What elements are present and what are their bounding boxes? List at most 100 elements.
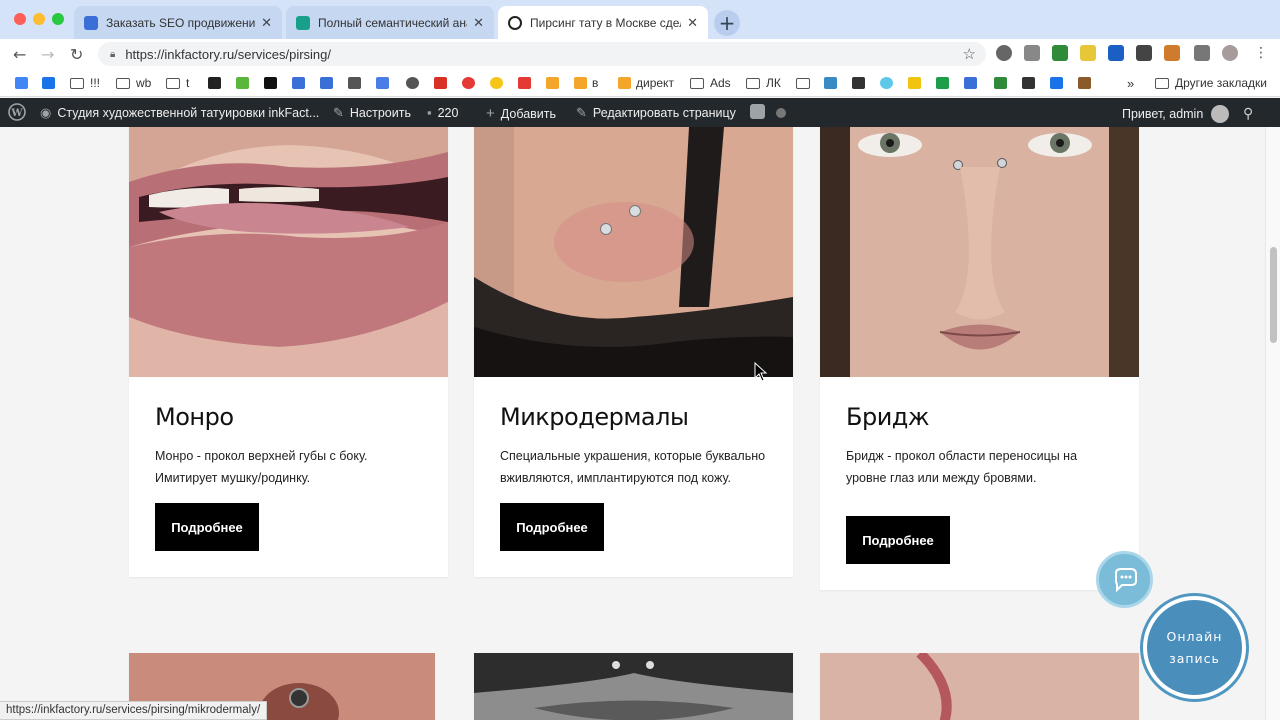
more-button[interactable]: Подробнее xyxy=(500,503,604,551)
google-icon[interactable] xyxy=(15,77,28,89)
more-button[interactable]: Подробнее xyxy=(846,516,950,564)
checkbox-extension-icon[interactable] xyxy=(1108,45,1124,61)
more-bookmarks-chevron[interactable]: » xyxy=(1127,76,1134,91)
close-icon[interactable]: ✕ xyxy=(687,15,698,31)
chart-icon[interactable] xyxy=(518,77,531,89)
yandex-icon[interactable] xyxy=(462,77,475,89)
tab-semantic[interactable]: Полный семантический анал ✕ xyxy=(286,6,494,39)
online-booking-button[interactable]: Онлайн запись xyxy=(1140,593,1249,702)
bookmark-icon[interactable] xyxy=(490,77,503,89)
gmail-icon[interactable] xyxy=(434,77,447,89)
bookmark-icon[interactable] xyxy=(292,77,305,89)
tab-pirsing[interactable]: Пирсинг тату в Москве сдела ✕ xyxy=(498,6,708,39)
search-icon[interactable]: ⚲ xyxy=(1243,105,1253,122)
yoast-icon[interactable] xyxy=(750,104,765,119)
puzzle-icon[interactable] xyxy=(1194,45,1210,61)
bookmarks-bar: !!! wb t в директ Ads ЛК » Другие заклад… xyxy=(0,69,1280,97)
service-card-monro: Монро Монро - прокол верхней губы с боку… xyxy=(129,127,448,577)
extension-icon[interactable] xyxy=(1080,45,1096,61)
bookmark-star-icon[interactable]: ☆ xyxy=(963,45,976,63)
bookmark-folder[interactable]: t xyxy=(166,76,189,90)
inkfactory-logo-icon xyxy=(508,15,522,30)
lip-piercing-photo xyxy=(129,127,448,377)
card-description: Бридж - прокол области переносицы на уро… xyxy=(846,449,1078,485)
bookmark-icon[interactable] xyxy=(1078,77,1091,89)
extension-icon[interactable] xyxy=(996,45,1012,61)
infinity-icon[interactable] xyxy=(348,77,361,89)
css-extension-icon[interactable] xyxy=(1164,45,1180,61)
bookmark-folder[interactable]: wb xyxy=(116,76,151,90)
bookmark-icon[interactable] xyxy=(208,77,221,89)
page-content: Монро Монро - прокол верхней губы с боку… xyxy=(0,127,1265,720)
palette-icon: ◉ xyxy=(40,105,52,120)
bookmark-icon[interactable] xyxy=(320,77,333,89)
docs-icon[interactable] xyxy=(964,77,977,89)
back-icon[interactable]: ← xyxy=(13,45,26,64)
more-button[interactable]: Подробнее xyxy=(155,503,259,551)
admin-customize-link[interactable]: ✎ Настроить xyxy=(333,105,411,121)
bookmark-folder[interactable]: Ads xyxy=(690,76,731,90)
profile-avatar-icon[interactable] xyxy=(1222,45,1238,61)
admin-add-new-link[interactable]: + Добавить xyxy=(486,105,556,122)
bookmark-item[interactable]: в xyxy=(574,76,598,90)
service-card-next-3 xyxy=(820,653,1139,720)
folder-icon xyxy=(70,77,84,89)
new-tab-button[interactable]: + xyxy=(714,10,740,36)
close-icon[interactable]: ✕ xyxy=(261,15,272,31)
scrollbar-thumb[interactable] xyxy=(1270,247,1277,343)
bookmark-icon[interactable] xyxy=(236,77,249,89)
minimize-window-button[interactable] xyxy=(33,13,45,25)
analytics-icon[interactable] xyxy=(546,77,559,89)
close-icon[interactable]: ✕ xyxy=(473,15,484,31)
wordpress-logo-icon[interactable]: W xyxy=(8,103,26,121)
address-bar[interactable]: 🔒︎ https://inkfactory.ru/services/pirsin… xyxy=(98,42,986,66)
bookmark-icon[interactable] xyxy=(1050,77,1063,89)
menu-dots-icon[interactable]: ⋮ xyxy=(1254,45,1268,61)
hexagon-icon xyxy=(84,15,98,30)
bookmark-icon[interactable] xyxy=(824,77,837,89)
brush-icon: ✎ xyxy=(333,105,344,120)
seo-score-dot-icon xyxy=(776,108,786,118)
service-card-bridge: Бридж Бридж - прокол области переносицы … xyxy=(820,127,1139,590)
folder-icon xyxy=(1155,77,1169,89)
wp-admin-bar: W ◉ Студия художественной татуировки inkF… xyxy=(0,98,1280,127)
bookmark-icon[interactable] xyxy=(908,77,921,89)
zoom-window-button[interactable] xyxy=(52,13,64,25)
extension-icon[interactable] xyxy=(1052,45,1068,61)
lip-piercing-bw-photo xyxy=(474,653,793,720)
globe-icon[interactable] xyxy=(406,77,419,89)
camera-icon[interactable] xyxy=(1024,45,1040,61)
admin-edit-page-link[interactable]: ✎ Редактировать страницу xyxy=(576,105,736,121)
sheets-icon[interactable] xyxy=(936,77,949,89)
reload-icon[interactable]: ↻ xyxy=(70,45,83,64)
bookmark-icon[interactable] xyxy=(1022,77,1035,89)
extension-icon[interactable] xyxy=(1136,45,1152,61)
folder-icon xyxy=(690,77,704,89)
comment-icon: ▪ xyxy=(427,105,432,120)
star-bookmark-icon[interactable] xyxy=(42,77,55,89)
admin-comments-link[interactable]: ▪ 220 xyxy=(427,105,458,120)
other-bookmarks[interactable]: Другие закладки xyxy=(1155,76,1267,90)
card-description: Монро - прокол верхней губы с боку. Имит… xyxy=(155,449,368,485)
chat-widget-button[interactable] xyxy=(1096,551,1153,608)
tab-title: Заказать SEO продвижение с xyxy=(106,15,256,30)
bookmark-folder[interactable]: !!! xyxy=(70,76,100,90)
forward-icon[interactable]: → xyxy=(41,45,54,64)
code-icon[interactable] xyxy=(852,77,865,89)
bookmark-folder[interactable]: ЛК xyxy=(746,76,781,90)
admin-site-link[interactable]: ◉ Студия художественной татуировки inkFac… xyxy=(40,105,319,121)
folder-icon[interactable] xyxy=(796,77,810,89)
page-scrollbar[interactable] xyxy=(1265,127,1280,720)
admin-account-menu[interactable]: Привет, admin xyxy=(1122,105,1230,123)
tab-title: Пирсинг тату в Москве сдела xyxy=(530,15,682,30)
svg-text:W: W xyxy=(10,108,23,119)
bookmark-icon[interactable] xyxy=(880,77,893,89)
translate-icon[interactable] xyxy=(376,77,389,89)
bookmark-icon[interactable] xyxy=(264,77,277,89)
url-text: https://inkfactory.ru/services/pirsing/ xyxy=(125,46,331,62)
analytics-icon xyxy=(574,77,587,89)
tab-seo[interactable]: Заказать SEO продвижение с ✕ xyxy=(74,6,282,39)
bookmark-item[interactable]: директ xyxy=(618,76,674,90)
close-window-button[interactable] xyxy=(14,13,26,25)
bookmark-icon[interactable] xyxy=(994,77,1007,89)
